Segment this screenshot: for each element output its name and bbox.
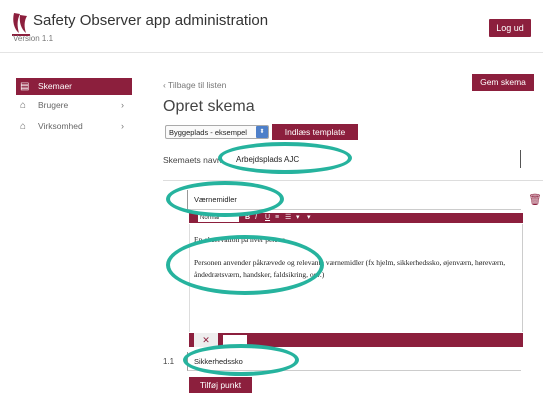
sidebar-item-virksomhed[interactable]: ⌂ Virksomhed › — [16, 118, 132, 135]
add-point-button[interactable]: Tilføj punkt — [189, 377, 252, 393]
input-border — [520, 150, 521, 168]
image-icon[interactable] — [223, 335, 247, 345]
item-number: 1.1 — [163, 357, 175, 366]
page-title: Opret skema — [163, 98, 255, 115]
underline-icon[interactable]: U — [265, 213, 270, 223]
save-schema-button[interactable]: Gem skema — [472, 74, 534, 91]
sidebar-item-label: Skemaer — [38, 81, 73, 91]
sidebar-item-brugere[interactable]: ⌂ Brugere › — [16, 97, 132, 114]
rich-text-editor[interactable]: En observation på hver person Personen a… — [189, 224, 523, 332]
template-select[interactable]: Byggeplads - eksempel ⬍ — [165, 125, 269, 139]
chevron-right-icon: › — [121, 100, 124, 110]
home-icon: ⌂ — [20, 100, 27, 111]
editor-toolbar: Normal B I U ≡ ☰ ▾ ▾ — [189, 213, 523, 223]
app-title: Safety Observer app administration — [33, 12, 269, 29]
editor-bottom-toolbar: ✕ — [189, 333, 523, 347]
section-title-input[interactable]: Værnemidler — [187, 190, 521, 210]
ordered-list-icon[interactable]: ≡ — [275, 213, 279, 223]
logout-button[interactable]: Log ud — [489, 19, 531, 37]
template-select-value: Byggeplads - eksempel — [169, 128, 247, 137]
back-to-list-link[interactable]: ‹ Tilbage til listen — [163, 80, 226, 90]
document-icon: ▤ — [20, 81, 30, 92]
italic-icon[interactable]: I — [255, 213, 257, 223]
schema-name-label: Skemaets navn — [163, 155, 222, 165]
header-divider — [0, 52, 543, 53]
item-input[interactable]: Sikkerhedssko — [187, 352, 521, 371]
schema-name-input[interactable]: Arbejdsplads AJC — [236, 155, 299, 164]
clear-format-icon[interactable]: ▾ — [296, 213, 300, 223]
select-arrows-icon: ⬍ — [256, 126, 268, 138]
sidebar-item-label: Brugere — [38, 100, 69, 110]
trash-icon[interactable]: 🗑 — [528, 193, 542, 206]
format-select[interactable]: Normal — [198, 214, 239, 222]
home-icon: ⌂ — [20, 121, 27, 132]
bold-icon[interactable]: B — [245, 213, 250, 223]
version-label: Version 1.1 — [13, 34, 54, 43]
bullet-list-icon[interactable]: ☰ — [285, 213, 291, 223]
link-icon[interactable]: ▾ — [307, 213, 311, 223]
section-divider — [163, 180, 543, 181]
load-template-button[interactable]: Indlæs template — [272, 124, 358, 140]
resize-icon[interactable]: ✕ — [194, 333, 218, 347]
chevron-right-icon: › — [121, 121, 124, 131]
sidebar-item-label: Virksomhed — [38, 121, 83, 131]
editor-paragraph: En observation på hver person — [194, 235, 286, 244]
editor-paragraph: Personen anvender påkrævede og relevante… — [194, 258, 506, 279]
sidebar-item-skemaer[interactable]: ▤ Skemaer — [16, 78, 132, 95]
